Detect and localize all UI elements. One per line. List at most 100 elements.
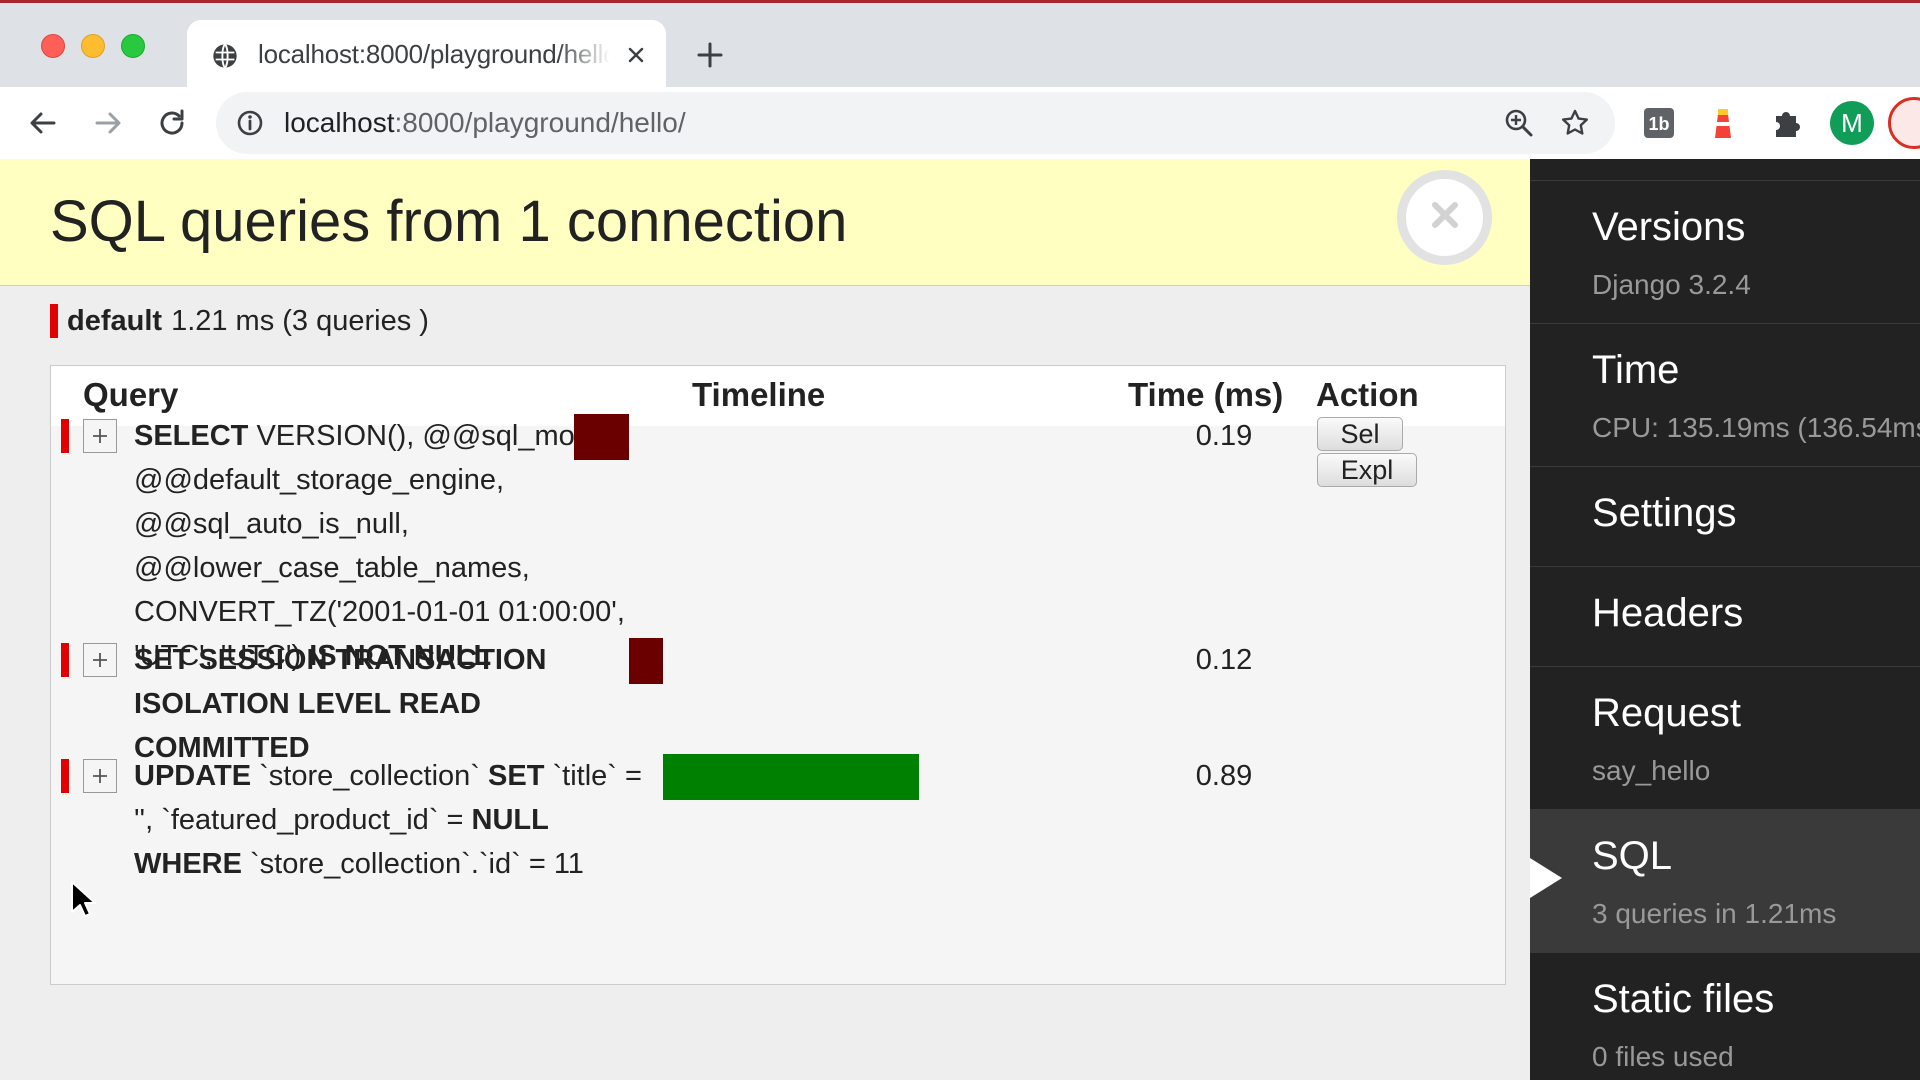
tab-close-icon[interactable] bbox=[619, 38, 653, 72]
close-window-button[interactable] bbox=[41, 34, 65, 58]
select-button[interactable]: Sel bbox=[1317, 417, 1403, 451]
globe-icon bbox=[211, 42, 239, 70]
connection-stats: 1.21 ms (3 queries ) bbox=[171, 304, 429, 337]
sql-line: @@sql_auto_is_null, bbox=[134, 502, 674, 546]
page-content: SQL queries from 1 connection default 1.… bbox=[0, 159, 1920, 1080]
queries-table: Query Timeline Time (ms) Action SELECT V… bbox=[50, 365, 1506, 985]
query-time: 0.12 bbox=[1195, 644, 1253, 676]
browser-tab[interactable]: localhost:8000/playground/hello/ bbox=[187, 20, 666, 90]
sidebar-item-title: Settings bbox=[1592, 491, 1737, 535]
sidebar-item-title: SQL bbox=[1592, 834, 1673, 878]
sql-line: ISOLATION LEVEL READ bbox=[134, 682, 674, 726]
reload-icon[interactable] bbox=[150, 101, 194, 145]
sidebar-item-subtitle: 3 queries in 1.21ms bbox=[1592, 898, 1837, 929]
timeline-bar bbox=[574, 414, 629, 460]
mouse-pointer-icon bbox=[70, 880, 96, 920]
sidebar-item-versions[interactable]: Versions Django 3.2.4 bbox=[1530, 180, 1920, 323]
expand-query-plus-icon[interactable] bbox=[83, 643, 117, 677]
sql-text: CONVERT_TZ('2001-01-01 01:00:00', bbox=[134, 596, 625, 628]
url-host: localhost bbox=[284, 107, 395, 138]
expand-query-plus-icon[interactable] bbox=[83, 419, 117, 453]
sidebar-item-title: Versions bbox=[1592, 205, 1746, 249]
bookmark-star-icon[interactable] bbox=[1559, 107, 1591, 139]
panel-close-button[interactable] bbox=[1397, 170, 1492, 265]
sql-line: WHERE `store_collection`.`id` = 11 bbox=[134, 842, 674, 886]
query-row: UPDATE `store_collection` SET `title` = '… bbox=[51, 754, 1505, 890]
browser-toolbar: localhost:8000/playground/hello/ 1b M bbox=[0, 87, 1920, 159]
sidebar-item-subtitle: CPU: 135.19ms (136.54ms) bbox=[1592, 412, 1920, 443]
sidebar-item-settings[interactable]: Settings bbox=[1530, 466, 1920, 566]
query-time: 0.89 bbox=[1195, 760, 1253, 792]
sidebar-item-title: Headers bbox=[1592, 591, 1744, 635]
sidebar-item-headers[interactable]: Headers bbox=[1530, 566, 1920, 666]
column-header-timeline: Timeline bbox=[692, 376, 826, 413]
tab-strip: localhost:8000/playground/hello/ bbox=[0, 3, 1920, 90]
sql-text: `store_collection`.`id` = 11 bbox=[241, 848, 584, 880]
url-text[interactable]: localhost:8000/playground/hello/ bbox=[284, 107, 686, 139]
update-indicator[interactable] bbox=[1888, 97, 1920, 149]
sql-keyword: NULL bbox=[471, 804, 549, 836]
sql-line: @@default_storage_engine, bbox=[134, 458, 674, 502]
sql-line: SET SESSION TRANSACTION bbox=[134, 638, 674, 682]
column-header-query: Query bbox=[83, 376, 179, 413]
connection-summary: default 1.21 ms (3 queries ) bbox=[50, 303, 429, 339]
sidebar-item-time[interactable]: Time CPU: 135.19ms (136.54ms) bbox=[1530, 323, 1920, 466]
sql-text: `store_collection` bbox=[251, 760, 489, 792]
sidebar-item-sql[interactable]: SQL 3 queries in 1.21ms bbox=[1530, 809, 1920, 952]
forward-arrow-icon[interactable] bbox=[86, 101, 130, 145]
connection-color-swatch bbox=[61, 643, 69, 677]
query-sql[interactable]: SET SESSION TRANSACTION ISOLATION LEVEL R… bbox=[134, 638, 674, 770]
sidebar-item-subtitle: Django 3.2.4 bbox=[1592, 269, 1751, 300]
url-path: :8000/playground/hello/ bbox=[394, 107, 686, 138]
panel-header: SQL queries from 1 connection bbox=[0, 159, 1530, 286]
profile-avatar[interactable]: M bbox=[1830, 101, 1874, 145]
sidebar-item-title: Static files bbox=[1592, 977, 1775, 1021]
panel-title: SQL queries from 1 connection bbox=[50, 189, 848, 254]
extension-lighthouse-icon[interactable] bbox=[1704, 104, 1742, 142]
new-tab-plus-icon[interactable] bbox=[690, 35, 730, 75]
sidebar-item-request[interactable]: Request say_hello bbox=[1530, 666, 1920, 809]
minimize-window-button[interactable] bbox=[81, 34, 105, 58]
sql-line: '', `featured_product_id` = NULL bbox=[134, 798, 674, 842]
connection-color-swatch bbox=[61, 419, 69, 453]
address-bar[interactable]: localhost:8000/playground/hello/ bbox=[216, 92, 1615, 154]
sql-text: @@lower_case_table_names, bbox=[134, 552, 530, 584]
debug-toolbar-sidebar: ▔▔ Versions Django 3.2.4 Time CPU: 135.19ms… bbox=[1530, 159, 1920, 1080]
sql-line: @@lower_case_table_names, bbox=[134, 546, 674, 590]
explain-button[interactable]: Expl bbox=[1317, 453, 1417, 487]
tab-title: localhost:8000/playground/hello/ bbox=[258, 39, 610, 69]
query-time: 0.19 bbox=[1195, 420, 1253, 452]
sql-text: '', `featured_product_id` = bbox=[134, 804, 472, 836]
zoom-window-button[interactable] bbox=[121, 34, 145, 58]
sql-keyword: UPDATE bbox=[134, 760, 252, 792]
connection-name: default bbox=[67, 304, 163, 337]
extension-1b-icon[interactable]: 1b bbox=[1640, 104, 1678, 142]
sidebar-scroll-peek: ▔▔ bbox=[1592, 159, 1654, 179]
active-arrow-icon bbox=[1530, 858, 1562, 898]
sql-text: @@sql_auto_is_null, bbox=[134, 508, 409, 540]
sql-keyword: WHERE bbox=[134, 848, 242, 880]
close-icon bbox=[1428, 198, 1462, 237]
expand-query-plus-icon[interactable] bbox=[83, 759, 117, 793]
extensions-puzzle-icon[interactable] bbox=[1768, 104, 1806, 142]
sql-text: VERSION(), @@sql_mode, bbox=[248, 420, 616, 452]
sql-text: @@default_storage_engine, bbox=[134, 464, 505, 496]
zoom-icon[interactable] bbox=[1503, 107, 1535, 139]
site-info-icon[interactable] bbox=[236, 109, 264, 137]
column-header-time: Time (ms) bbox=[1128, 376, 1284, 413]
timeline-bar bbox=[628, 638, 664, 684]
sql-panel: SQL queries from 1 connection default 1.… bbox=[0, 159, 1530, 1080]
sql-line: CONVERT_TZ('2001-01-01 01:00:00', bbox=[134, 590, 674, 634]
sql-keyword: ISOLATION LEVEL READ bbox=[134, 688, 481, 720]
query-sql[interactable]: UPDATE `store_collection` SET `title` = '… bbox=[134, 754, 674, 886]
connection-color-swatch bbox=[61, 759, 69, 793]
timeline-bar bbox=[663, 754, 920, 800]
sidebar-item-static-files[interactable]: Static files 0 files used bbox=[1530, 952, 1920, 1080]
sql-keyword: SET bbox=[488, 760, 545, 792]
sql-line: UPDATE `store_collection` SET `title` = bbox=[134, 754, 674, 798]
connection-color-swatch bbox=[50, 304, 58, 338]
sidebar-item-title: Time bbox=[1592, 348, 1680, 392]
svg-text:1b: 1b bbox=[1648, 114, 1669, 134]
back-arrow-icon[interactable] bbox=[21, 101, 65, 145]
sidebar-item-subtitle: say_hello bbox=[1592, 755, 1711, 786]
